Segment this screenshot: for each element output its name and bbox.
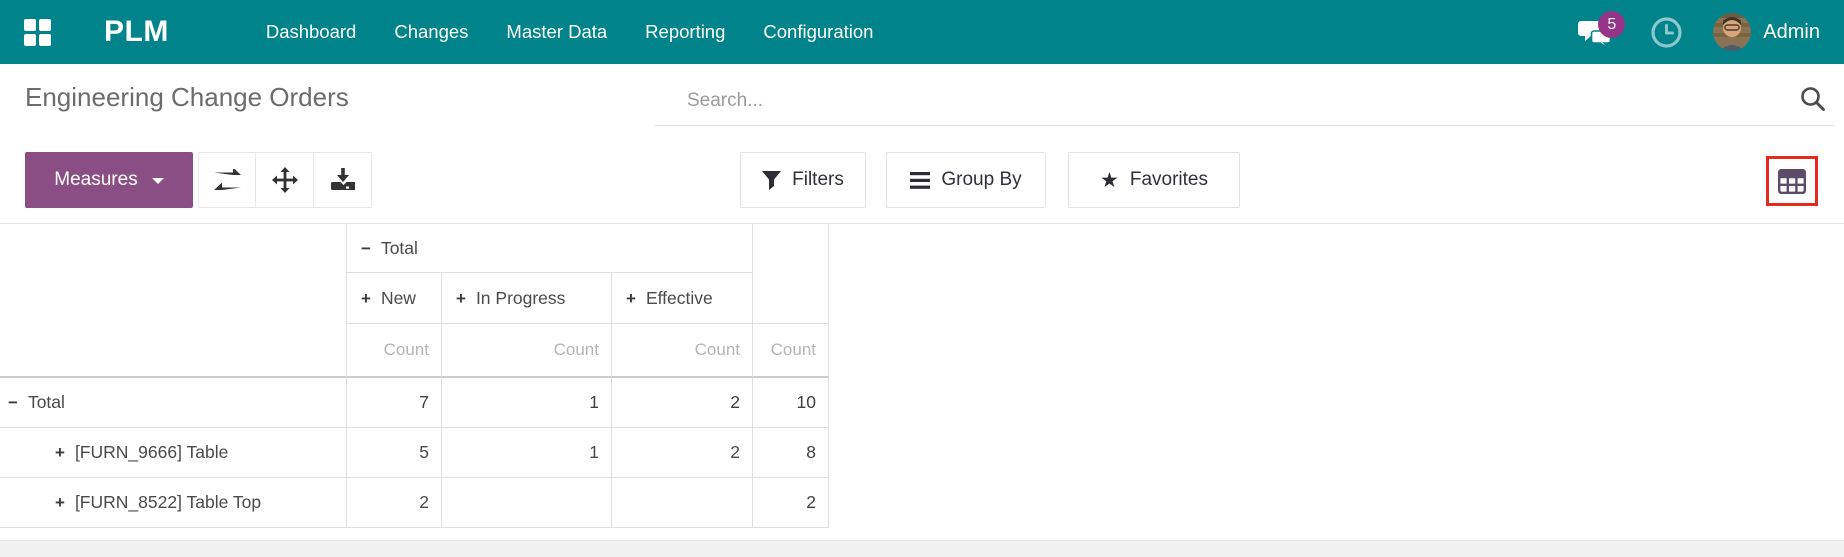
pivot-row-furn-9666: +[FURN_9666] Table 5 1 2 8 <box>0 428 829 478</box>
pivot-toolbar <box>198 152 372 208</box>
pivot-grid-icon <box>1778 169 1806 194</box>
pivot-cell <box>612 478 753 528</box>
pivot-corner-cell <box>0 224 347 378</box>
menu-item-changes[interactable]: Changes <box>375 0 487 64</box>
menu-item-master-data[interactable]: Master Data <box>487 0 626 64</box>
pivot-cell: 1 <box>442 378 612 428</box>
pivot-cell: 1 <box>442 428 612 478</box>
measure-header[interactable]: Count <box>442 324 612 378</box>
pivot-view-switcher-highlighted[interactable] <box>1766 156 1818 206</box>
messages-count-badge: 5 <box>1598 11 1625 38</box>
group-by-label: Group By <box>941 169 1021 191</box>
pivot-table: −Total +New +In Progress +Effective Coun… <box>0 224 829 528</box>
chevron-down-icon <box>152 178 164 184</box>
menu-item-reporting[interactable]: Reporting <box>626 0 744 64</box>
measure-header[interactable]: Count <box>347 324 442 378</box>
search-input[interactable] <box>655 90 1799 112</box>
expand-icon[interactable]: + <box>456 289 466 308</box>
measure-header[interactable]: Count <box>612 324 753 378</box>
menu-item-dashboard[interactable]: Dashboard <box>247 0 376 64</box>
apps-grid-icon[interactable] <box>24 19 51 46</box>
measure-header[interactable]: Count <box>753 324 829 378</box>
messages-button[interactable]: 5 <box>1578 11 1634 53</box>
navbar-right: 5 Admin <box>1578 0 1820 64</box>
expand-icon[interactable]: + <box>361 289 371 308</box>
expand-icon[interactable]: + <box>626 289 636 308</box>
pivot-cell <box>442 478 612 528</box>
user-name: Admin <box>1763 21 1820 44</box>
bottom-strip <box>0 540 1844 557</box>
search-bar <box>655 76 1834 126</box>
favorites-button[interactable]: ★ Favorites <box>1068 152 1240 208</box>
pivot-cell: 2 <box>753 478 829 528</box>
pivot-col-header-effective[interactable]: +Effective <box>612 273 753 324</box>
pivot-cell: 5 <box>347 428 442 478</box>
pivot-cell: 2 <box>612 428 753 478</box>
collapse-icon[interactable]: − <box>361 239 371 258</box>
measures-button[interactable]: Measures <box>25 152 193 208</box>
flip-axis-button[interactable] <box>198 152 256 208</box>
expand-all-button[interactable] <box>256 152 314 208</box>
pivot-cell: 2 <box>347 478 442 528</box>
activities-button[interactable] <box>1650 16 1683 49</box>
filters-label: Filters <box>792 169 844 191</box>
row-header-furn-9666[interactable]: +[FURN_9666] Table <box>0 428 347 478</box>
app-brand[interactable]: PLM <box>104 15 169 49</box>
star-icon: ★ <box>1100 170 1119 191</box>
download-xlsx-button[interactable] <box>314 152 372 208</box>
filter-funnel-icon <box>762 171 781 190</box>
filters-button[interactable]: Filters <box>740 152 866 208</box>
pivot-col-header-in-progress[interactable]: +In Progress <box>442 273 612 324</box>
pivot-row-total: −Total 7 1 2 10 <box>0 378 829 428</box>
pivot-view: −Total +New +In Progress +Effective Coun… <box>0 224 1844 557</box>
user-menu[interactable]: Admin <box>1713 13 1820 51</box>
arrows-move-icon <box>272 167 298 193</box>
expand-icon[interactable]: + <box>55 493 65 512</box>
pivot-cell: 2 <box>612 378 753 428</box>
control-panel: Engineering Change Orders Measures <box>0 64 1844 224</box>
avatar <box>1713 13 1751 51</box>
download-icon <box>331 168 355 192</box>
clock-icon <box>1650 16 1683 49</box>
top-navbar: PLM Dashboard Changes Master Data Report… <box>0 0 1844 64</box>
pivot-col-header-new[interactable]: +New <box>347 273 442 324</box>
measures-label: Measures <box>54 169 137 191</box>
exchange-icon <box>214 169 241 191</box>
favorites-label: Favorites <box>1130 169 1208 191</box>
pivot-total-col-header <box>753 224 829 324</box>
search-icon <box>1799 85 1826 112</box>
main-menu: Dashboard Changes Master Data Reporting … <box>247 0 893 64</box>
group-by-button[interactable]: Group By <box>886 152 1046 208</box>
menu-item-configuration[interactable]: Configuration <box>744 0 892 64</box>
pivot-cell: 8 <box>753 428 829 478</box>
pivot-cell: 10 <box>753 378 829 428</box>
row-header-furn-8522[interactable]: +[FURN_8522] Table Top <box>0 478 347 528</box>
page-title: Engineering Change Orders <box>25 82 349 113</box>
expand-icon[interactable]: + <box>55 443 65 462</box>
row-header-total[interactable]: −Total <box>0 378 347 428</box>
pivot-col-group-header[interactable]: −Total <box>347 224 753 273</box>
group-by-list-icon <box>910 172 930 189</box>
pivot-cell: 7 <box>347 378 442 428</box>
collapse-icon[interactable]: − <box>8 393 18 412</box>
search-button[interactable] <box>1799 85 1834 116</box>
pivot-row-furn-8522: +[FURN_8522] Table Top 2 2 <box>0 478 829 528</box>
